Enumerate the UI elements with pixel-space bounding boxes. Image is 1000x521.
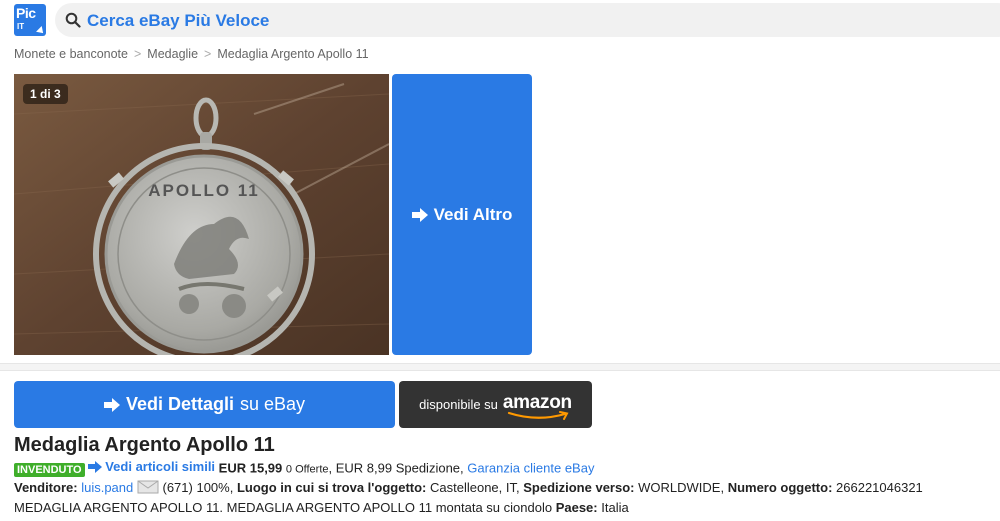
amazon-smile-icon [507,410,569,420]
search-icon [65,12,81,28]
arrow-right-icon [88,460,103,473]
arrow-right-icon [411,207,428,222]
amazon-logo: amazon [502,391,572,420]
breadcrumb-item[interactable]: Monete e banconote [14,47,128,61]
item-number-label: Numero oggetto: [727,480,833,495]
similar-items-label: Vedi articoli simili [105,459,216,474]
search-text: Cerca eBay Più Veloce [87,11,270,30]
guarantee-link[interactable]: Garanzia cliente eBay [467,461,594,476]
offers-count: 0 Offerte [285,463,329,476]
view-on-ebay-button[interactable]: Vedi Dettagli su eBay [14,381,395,428]
breadcrumb-separator: > [204,47,212,61]
section-divider [0,363,1000,371]
cursor-icon [36,26,46,36]
see-more-button[interactable]: Vedi Altro [392,74,532,355]
location-label: Luogo in cui si trova l'oggetto: [236,480,427,495]
see-more-label: Vedi Altro [433,204,513,224]
location-value: Castelleone, IT, [430,480,520,495]
breadcrumb-item[interactable]: Medaglia Argento Apollo 11 [217,47,368,61]
seller-feedback: (671) 100%, [162,480,234,495]
status-badge: INVENDUTO [14,462,85,477]
seller-name-link[interactable]: luis.pand [81,480,133,495]
medal-inscription: APOLLO 11 [148,181,260,200]
search-bar[interactable]: Cerca eBay Più Veloce [55,3,1000,37]
listing-title[interactable]: Medaglia Argento Apollo 11 [14,434,275,457]
amazon-button[interactable]: disponibile su amazon [399,381,592,428]
listing-price-line: INVENDUTO Vedi articoli simili EUR 15,99… [14,459,594,477]
listing-description-line: MEDAGLIA ARGENTO APOLLO 11. MEDAGLIA ARG… [14,500,629,515]
medal-photo: APOLLO 11 [14,74,389,355]
ship-to-value: WORLDWIDE, [638,480,725,495]
envelope-icon[interactable] [137,480,159,494]
breadcrumb-item[interactable]: Medaglie [147,47,198,61]
image-counter: 1 di 3 [23,84,68,104]
logo-subtext: IT [17,22,25,31]
shipping-cost: , EUR 8,99 Spedizione, [328,460,464,476]
seller-label: Venditore: [14,480,78,495]
ebay-button-bold-label: Vedi Dettagli [125,394,234,414]
breadcrumb-separator: > [133,47,142,61]
amazon-prefix: disponibile su [419,397,498,412]
top-header: Pic IT Cerca eBay Più Veloce [0,0,1000,42]
ebay-button-label: su eBay [239,394,306,414]
breadcrumb: Monete e banconote > Medaglie > Medaglia Arg… [14,47,369,61]
similar-items-link[interactable]: Vedi articoli simili [88,459,215,474]
picit-logo[interactable]: Pic IT [14,4,46,36]
item-number-value: 266221046321 [836,480,923,495]
item-description: MEDAGLIA ARGENTO APOLLO 11. MEDAGLIA ARG… [14,500,553,515]
country-value: Italia [601,500,629,515]
listing-seller-line: Venditore: luis.pand (671) 100%, Luogo i… [14,480,923,495]
amazon-logo-text: amazon [502,391,572,413]
country-label: Paese: [555,500,598,515]
product-image[interactable]: APOLLO 11 1 di 3 [14,74,389,355]
logo-text: Pic [16,5,36,21]
arrow-right-icon [103,397,120,412]
price: EUR 15,99 [218,460,283,476]
ship-to-label: Spedizione verso: [523,480,635,495]
